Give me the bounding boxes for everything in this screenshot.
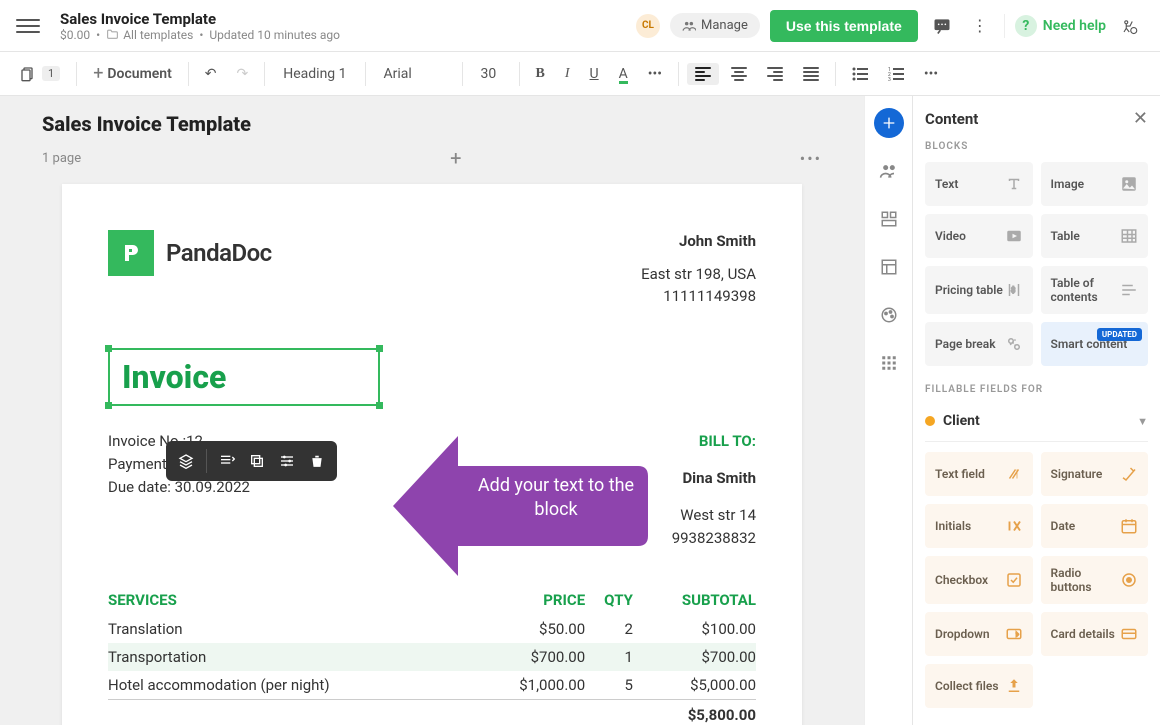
svg-text:$: $ (1011, 285, 1015, 294)
block-video[interactable]: Video (925, 214, 1033, 258)
more-toolbar-button[interactable]: ••• (916, 62, 946, 86)
field-collect-files[interactable]: Collect files (925, 664, 1033, 708)
page-more-button[interactable]: ••• (800, 149, 822, 168)
table-row: Translation$50.002$100.00 (108, 615, 756, 643)
accessibility-icon[interactable] (1116, 12, 1144, 40)
italic-button[interactable]: I (557, 62, 578, 86)
field-dropdown[interactable]: Dropdown (925, 612, 1033, 656)
table-row: Transportation$700.001$700.00 (108, 643, 756, 671)
manage-button[interactable]: Manage (670, 13, 760, 38)
recipient-address: East str 198, USA (641, 263, 756, 286)
number-list-button[interactable]: 123 (880, 63, 912, 85)
blocks-section-label: BLOCKS (925, 141, 1148, 152)
client-phone: 9938238832 (672, 527, 756, 550)
field-card-details[interactable]: Card details (1041, 612, 1149, 656)
breadcrumb[interactable]: All templates (106, 28, 193, 42)
design-icon[interactable] (874, 300, 904, 330)
client-name: Dina Smith (672, 467, 756, 490)
align-left-button[interactable] (687, 63, 719, 85)
pages-button[interactable]: 1 (12, 62, 68, 86)
field-radio-buttons[interactable]: Radio buttons (1041, 556, 1149, 604)
page-title: Sales Invoice Template (42, 112, 251, 136)
more-icon[interactable]: ⋮ (966, 12, 994, 40)
updated-label: Updated 10 minutes ago (209, 28, 340, 42)
block-table-of-contents[interactable]: Table of contents (1041, 266, 1149, 314)
block-text[interactable]: Text (925, 162, 1033, 206)
underline-button[interactable]: U (582, 62, 607, 86)
field-text-field[interactable]: Text field (925, 452, 1033, 496)
insert-before-icon[interactable] (213, 447, 241, 475)
recipient-name: John Smith (641, 230, 756, 253)
settings-icon[interactable] (273, 447, 301, 475)
undo-button[interactable]: ↶ (197, 62, 225, 86)
layout-icon[interactable] (874, 252, 904, 282)
chat-icon[interactable] (928, 12, 956, 40)
svg-text:3: 3 (888, 77, 891, 81)
text-color-button[interactable]: A (611, 62, 636, 86)
field-date[interactable]: Date (1041, 504, 1149, 548)
apps-icon[interactable] (874, 348, 904, 378)
document-title: Sales Invoice Template (60, 10, 340, 28)
recipients-icon[interactable] (874, 156, 904, 186)
field-checkbox[interactable]: Checkbox (925, 556, 1033, 604)
align-center-button[interactable] (723, 63, 755, 85)
add-content-button[interactable] (874, 108, 904, 138)
bill-to-label: BILL TO: (672, 430, 756, 453)
block-page-break[interactable]: Page break (925, 322, 1033, 366)
invoice-text-block[interactable]: Invoice (108, 348, 380, 406)
add-page-button[interactable]: + (444, 146, 468, 170)
block-image[interactable]: Image (1041, 162, 1149, 206)
recipient-phone: 11111149398 (641, 285, 756, 308)
heading-select[interactable]: Heading 1 (273, 62, 356, 86)
panel-title: Content (925, 110, 978, 128)
field-initials[interactable]: Initials (925, 504, 1033, 548)
font-size-select[interactable]: 30 (471, 62, 511, 86)
block-table[interactable]: Table (1041, 214, 1149, 258)
align-right-button[interactable] (759, 63, 791, 85)
block-pricing-table[interactable]: Pricing table$ (925, 266, 1033, 314)
page-count-label: 1 page (42, 151, 81, 166)
fillable-section-label: FILLABLE FIELDS FOR (925, 384, 1148, 395)
font-select[interactable]: Arial (374, 62, 454, 86)
align-justify-button[interactable] (795, 63, 827, 85)
close-icon[interactable]: ✕ (1133, 108, 1148, 129)
block-toolbar[interactable] (166, 441, 337, 481)
bullet-list-button[interactable] (844, 63, 876, 85)
layers-icon[interactable] (172, 447, 200, 475)
table-row: Hotel accommodation (per night)$1,000.00… (108, 671, 756, 700)
use-template-button[interactable]: Use this template (770, 10, 918, 42)
menu-icon[interactable] (16, 14, 40, 38)
block-smart-content[interactable]: Smart contentUPDATED (1041, 322, 1149, 366)
client-selector[interactable]: Client ▼ (925, 405, 1148, 442)
delete-icon[interactable] (303, 447, 331, 475)
avatar[interactable]: CL (636, 14, 660, 38)
redo-button[interactable]: ↷ (229, 62, 257, 86)
help-button[interactable]: ? Need help (1015, 15, 1106, 37)
client-address: West str 14 (672, 504, 756, 527)
price-label: $0.00 (60, 28, 90, 42)
add-document-button[interactable]: + Document (85, 59, 180, 88)
field-signature[interactable]: Signature (1041, 452, 1149, 496)
brand-logo: PandaDoc (108, 230, 272, 276)
more-text-button[interactable]: ••• (640, 62, 670, 86)
services-table: SERVICES PRICE QTY SUBTOTAL Translation$… (108, 585, 756, 725)
tutorial-tooltip: Add your text to the block (388, 436, 648, 576)
duplicate-icon[interactable] (243, 447, 271, 475)
bold-button[interactable]: B (528, 62, 553, 86)
variables-icon[interactable] (874, 204, 904, 234)
